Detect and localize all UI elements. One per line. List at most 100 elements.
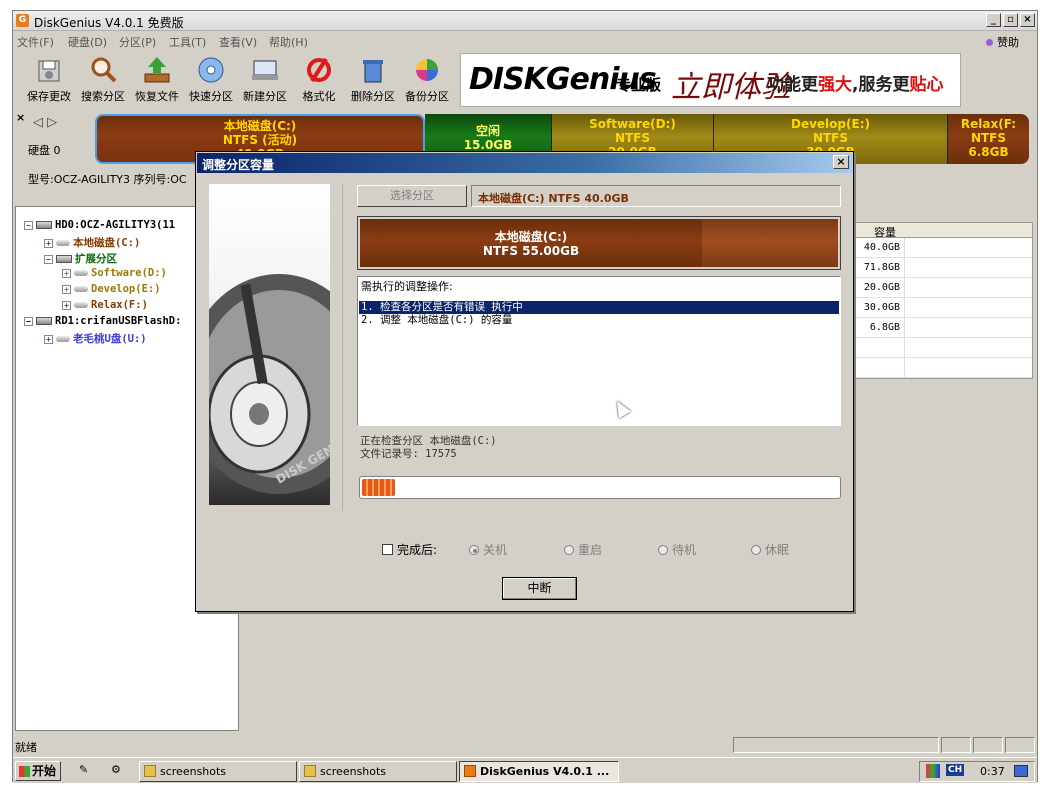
- table-row: [852, 358, 1032, 378]
- menu-partition[interactable]: 分区(P): [119, 34, 156, 50]
- dialog-title: 调整分区容量: [197, 153, 852, 173]
- sponsor-link[interactable]: 赞助: [986, 34, 1019, 50]
- menu-tools[interactable]: 工具(T): [169, 34, 206, 50]
- progress-status: 正在检查分区 本地磁盘(C:) 文件记录号: 17575: [360, 435, 497, 460]
- trash-icon: [358, 55, 388, 85]
- option-standby: 待机: [658, 541, 696, 558]
- operation-item[interactable]: 1. 检查各分区是否有错误 执行中: [359, 301, 839, 314]
- partition-icon: [74, 286, 88, 292]
- taskbar: 开始 ✎ ⚙ screenshots screenshots DiskGeniu…: [13, 757, 1037, 783]
- tree-item-extended[interactable]: − 扩展分区: [44, 251, 117, 266]
- windows-logo-icon: [19, 766, 30, 777]
- start-button[interactable]: 开始: [15, 761, 61, 781]
- new-partition-button[interactable]: 新建分区: [237, 53, 293, 105]
- partition-block-f[interactable]: Relax(F: NTFS 6.8GB: [947, 114, 1029, 164]
- search-partition-button[interactable]: 搜索分区: [75, 53, 131, 105]
- partition-table: 容量 40.0GB 71.8GB 20.0GB 30.0GB 6.8GB: [851, 222, 1033, 379]
- option-shutdown: 关机: [469, 541, 507, 558]
- tray-display-icon[interactable]: [1014, 765, 1028, 777]
- backup-partition-button[interactable]: 备份分区: [399, 53, 455, 105]
- menu-help[interactable]: 帮助(H): [269, 34, 308, 50]
- radio-icon: [751, 545, 761, 555]
- taskbar-item-diskgenius[interactable]: DiskGenius V4.0.1 ...: [459, 761, 619, 782]
- taskbar-item-screenshots-2[interactable]: screenshots: [299, 761, 457, 782]
- menu-view[interactable]: 查看(V): [219, 34, 257, 50]
- status-text: 就绪: [15, 741, 37, 754]
- partition-icon: [56, 240, 70, 246]
- partition-icon: [74, 270, 88, 276]
- folder-icon: [304, 765, 316, 777]
- diskgenius-icon: [464, 765, 476, 777]
- progress-bar: [359, 476, 841, 499]
- sponsor-icon: [986, 39, 993, 46]
- promo-banner[interactable]: DISKGenius 专业版 立即体验 功能更强大,服务更贴心: [460, 53, 961, 107]
- table-row[interactable]: 71.8GB: [852, 258, 1032, 278]
- option-hibernate: 休眠: [751, 541, 789, 558]
- progress-fill: [362, 479, 396, 496]
- recover-files-button[interactable]: 恢复文件: [129, 53, 185, 105]
- quicklaunch-tool-icon[interactable]: ⚙: [111, 763, 127, 777]
- radio-icon: [469, 545, 479, 555]
- tree-item-hd0[interactable]: − HD0:OCZ-AGILITY3(11: [24, 219, 175, 231]
- recover-icon: [142, 55, 172, 85]
- folder-icon: [144, 765, 156, 777]
- disk-model: 型号:OCZ-AGILITY3 序列号:OC: [28, 173, 187, 186]
- table-row[interactable]: 40.0GB: [852, 238, 1032, 258]
- dialog-close-button[interactable]: ×: [833, 155, 849, 169]
- radio-icon: [658, 545, 668, 555]
- partition-icon: [56, 336, 70, 342]
- restore-button[interactable]: ▫: [1003, 13, 1018, 27]
- tree-item-e[interactable]: + Develop(E:): [62, 283, 161, 295]
- tray-monitor-icon[interactable]: [926, 764, 940, 778]
- operations-header: 需执行的调整操作:: [361, 280, 453, 293]
- menu-disk[interactable]: 硬盘(D): [68, 34, 107, 50]
- after-completion-checkbox[interactable]: 完成后:: [382, 541, 437, 558]
- ime-indicator[interactable]: CH: [946, 764, 965, 776]
- partition-preview: 本地磁盘(C:) NTFS 55.00GB: [357, 216, 841, 270]
- checkbox-icon: [382, 544, 393, 555]
- partition-preview-main: 本地磁盘(C:) NTFS 55.00GB: [360, 219, 702, 267]
- operations-list: 需执行的调整操作: 1. 检查各分区是否有错误 执行中 2. 调整 本地磁盘(C…: [357, 276, 841, 426]
- disk-nav-arrows[interactable]: ◁ ▷: [33, 115, 57, 130]
- close-button[interactable]: ×: [1020, 13, 1035, 27]
- format-button[interactable]: 格式化: [291, 53, 347, 105]
- quick-partition-button[interactable]: 快速分区: [183, 53, 239, 105]
- harddisk-illustration: DISK GENIUS: [209, 184, 330, 505]
- column-header-capacity[interactable]: 容量: [852, 223, 1032, 239]
- selected-partition-info: 本地磁盘(C:) NTFS 40.0GB: [471, 185, 841, 207]
- harddisk-icon: [36, 221, 52, 229]
- backup-icon: [412, 55, 442, 85]
- tree-item-f[interactable]: + Relax(F:): [62, 299, 148, 311]
- select-partition-button[interactable]: 选择分区: [357, 185, 467, 207]
- minimize-button[interactable]: _: [986, 13, 1001, 27]
- operation-item[interactable]: 2. 调整 本地磁盘(C:) 的容量: [359, 314, 839, 327]
- extended-partition-icon: [56, 255, 72, 263]
- table-row[interactable]: 20.0GB: [852, 278, 1032, 298]
- table-row[interactable]: 30.0GB: [852, 298, 1032, 318]
- table-row[interactable]: 6.8GB: [852, 318, 1032, 338]
- tree-item-c[interactable]: + 本地磁盘(C:): [44, 235, 140, 250]
- delete-partition-button[interactable]: 删除分区: [345, 53, 401, 105]
- partition-icon: [74, 302, 88, 308]
- menu-file[interactable]: 文件(F): [17, 34, 54, 50]
- disk-icon: [196, 55, 226, 85]
- option-restart: 重启: [564, 541, 602, 558]
- diskgenius-app-icon: G: [16, 14, 29, 27]
- save-icon: [34, 55, 64, 85]
- quicklaunch-eraser-icon[interactable]: ✎: [79, 763, 95, 777]
- usb-disk-icon: [36, 317, 52, 325]
- clock: 0:37: [980, 765, 1005, 778]
- taskbar-item-screenshots-1[interactable]: screenshots: [139, 761, 297, 782]
- close-panel-icon[interactable]: ×: [16, 111, 25, 124]
- menu-bar: 文件(F) 硬盘(D) 分区(P) 工具(T) 查看(V) 帮助(H) 赞助: [13, 32, 1037, 50]
- window-title: DiskGenius V4.0.1 免费版: [34, 16, 184, 30]
- title-bar: G DiskGenius V4.0.1 免费版 _ ▫ ×: [13, 11, 1037, 31]
- tree-item-u[interactable]: + 老毛桃U盘(U:): [44, 331, 147, 346]
- save-changes-button[interactable]: 保存更改: [21, 53, 77, 105]
- table-row: [852, 338, 1032, 358]
- new-partition-icon: [250, 55, 280, 85]
- tree-item-d[interactable]: + Software(D:): [62, 267, 167, 279]
- partition-preview-rest: [702, 219, 838, 267]
- abort-button[interactable]: 中断: [502, 577, 577, 600]
- tree-item-rd1[interactable]: − RD1:crifanUSBFlashD:: [24, 315, 181, 327]
